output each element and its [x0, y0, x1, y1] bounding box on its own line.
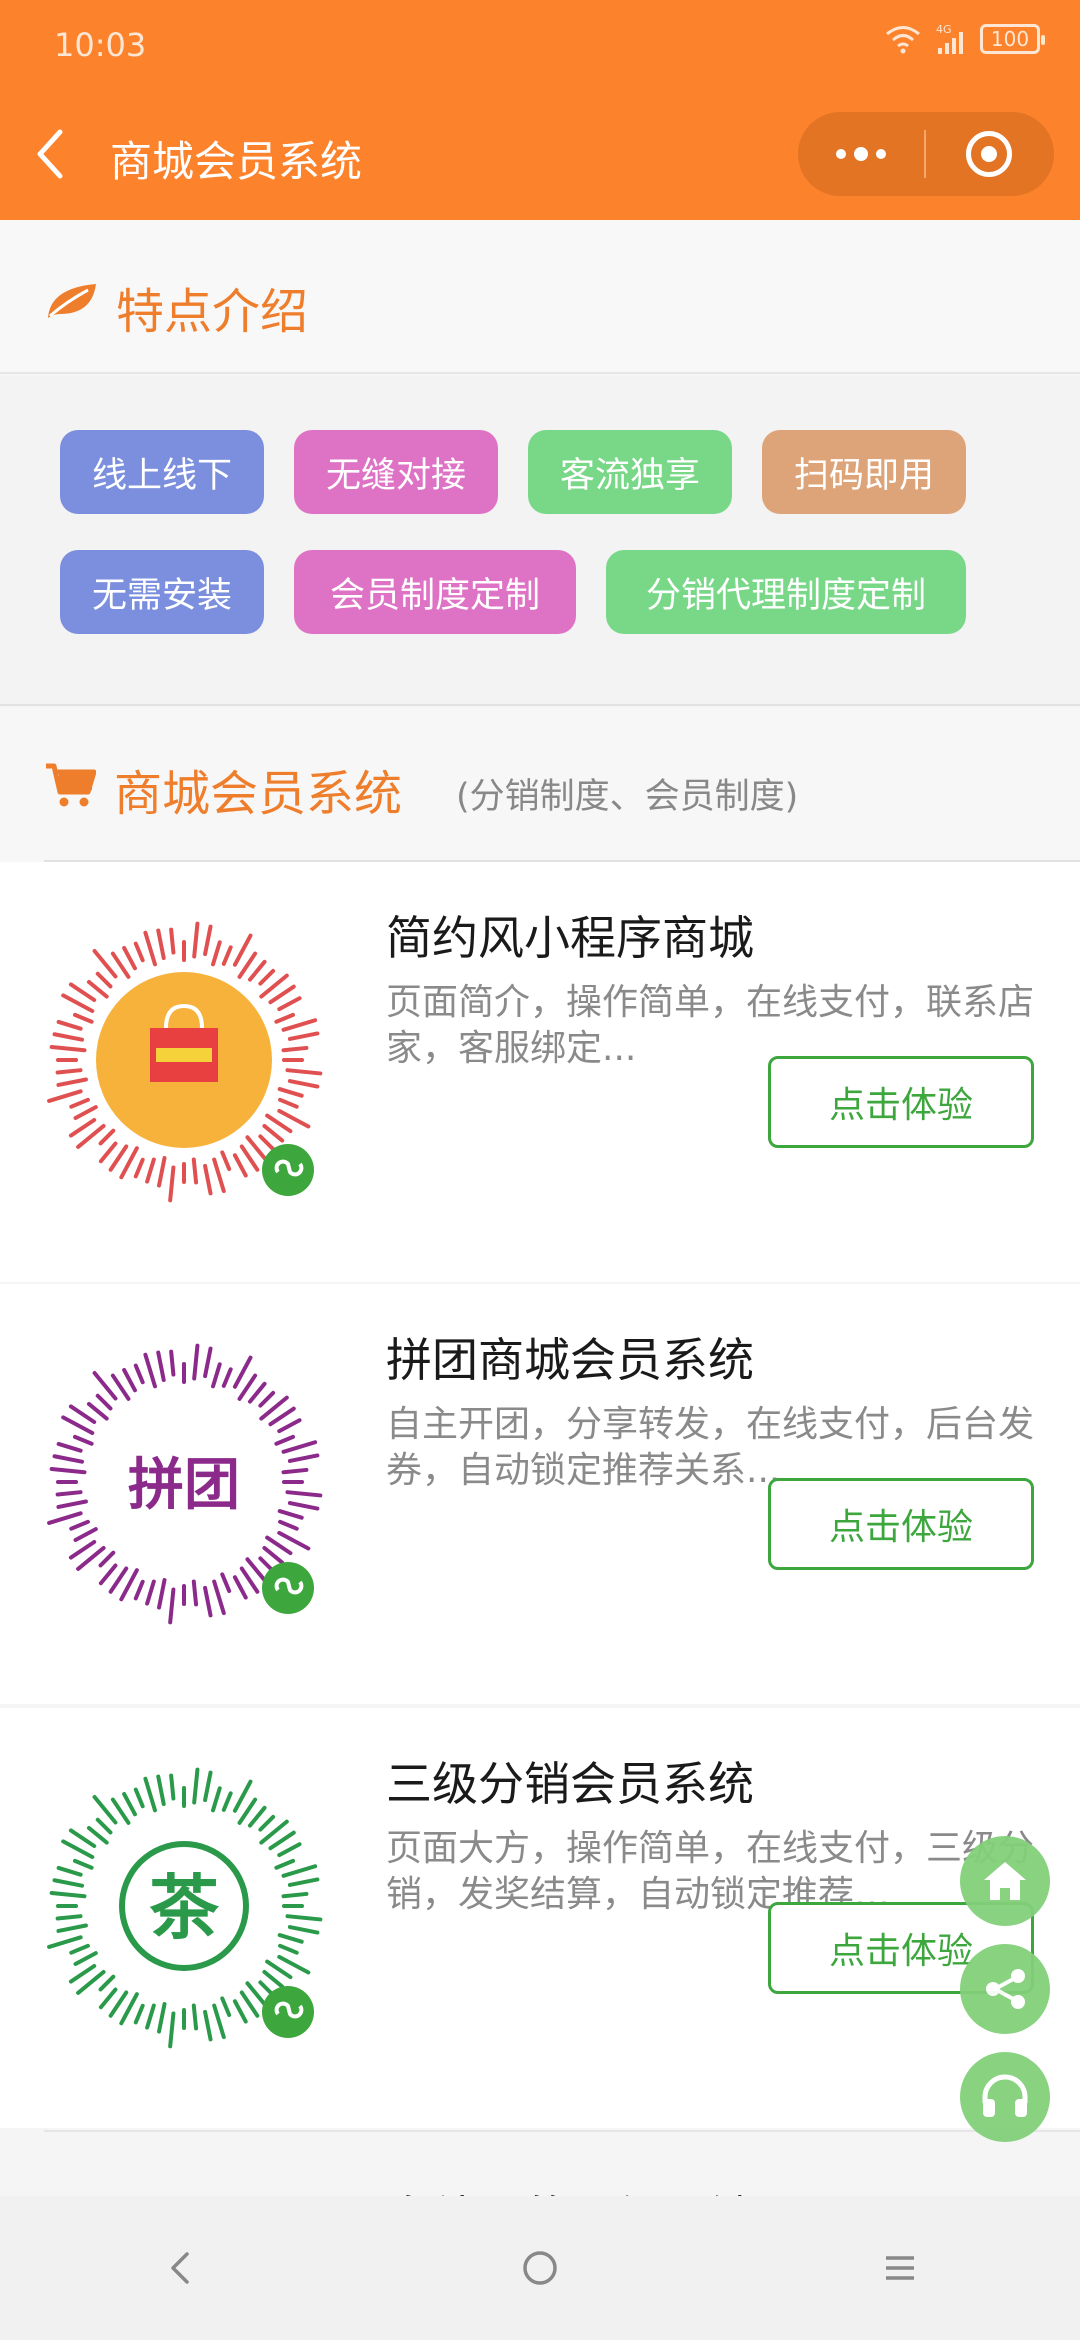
page-title: 商城会员系统 [110, 137, 363, 186]
battery-level: 100 [990, 27, 1030, 51]
mall-subtitle: (分销制度、会员制度) [456, 777, 799, 817]
feature-tag: 无缝对接 [294, 430, 498, 514]
feature-tag: 客流独享 [528, 430, 732, 514]
feature-tags: 线上线下 无缝对接 客流独享 扫码即用 无需安装 会员制度定制 分销代理制度定制 [0, 376, 1080, 706]
status-time: 10:03 [54, 26, 147, 64]
leaf-icon [48, 284, 96, 318]
system-navigation-bar [0, 2196, 1080, 2340]
menu-icon [886, 2256, 914, 2280]
battery-icon: 100 [980, 24, 1045, 54]
try-button[interactable]: 点击体验 [768, 1478, 1034, 1570]
target-close-icon[interactable] [926, 112, 1052, 196]
product-card: 简约风小程序商城 页面简介，操作简单，在线支付，联系店家，客服绑定... 点击体… [0, 862, 1080, 1282]
status-icons: 4G 100 [884, 22, 1045, 56]
product-name: 简约风小程序商城 [386, 911, 754, 965]
qr-center-label: 拼团 [128, 1452, 240, 1518]
service-fab[interactable] [960, 2052, 1050, 2142]
home-circle-icon [523, 2251, 557, 2285]
try-button[interactable]: 点击体验 [768, 1056, 1034, 1148]
mini-program-code-image[interactable] [44, 910, 344, 1210]
divider [44, 2130, 1080, 2132]
feature-tag: 会员制度定制 [294, 550, 576, 634]
features-header: 特点介绍 [0, 220, 1080, 374]
cart-icon [46, 763, 96, 807]
chevron-left-icon[interactable] [30, 124, 70, 184]
mini-program-code-image[interactable]: 茶 [44, 1756, 344, 2056]
more-dots-icon[interactable] [798, 112, 924, 196]
product-card: 拼团 拼团商城会员系统 自主开团，分享转发，在线支付，后台发券，自动锁定推荐关系… [0, 1284, 1080, 1704]
back-icon [171, 2252, 189, 2284]
mall-title: 商城会员系统 [114, 766, 403, 822]
product-card: 茶 三级分销会员系统 页面大方，操作简单，在线支付，三级分销，发奖结算，自动锁定… [0, 1708, 1080, 2128]
signal-4g-icon: 4G [936, 23, 963, 54]
feature-tag: 无需安装 [60, 550, 264, 634]
feature-tag: 分销代理制度定制 [606, 550, 966, 634]
system-back-button[interactable] [0, 2196, 360, 2340]
feature-tag: 扫码即用 [762, 430, 966, 514]
mini-program-code-image[interactable]: 拼团 [44, 1332, 344, 1632]
home-icon [984, 1862, 1026, 1900]
system-home-button[interactable] [360, 2196, 720, 2340]
home-fab[interactable] [960, 1836, 1050, 1926]
network-type: 4G [936, 23, 952, 36]
wifi-icon [886, 26, 920, 54]
share-icon [986, 1969, 1025, 2009]
share-fab[interactable] [960, 1944, 1050, 2034]
product-name: 拼团商城会员系统 [386, 1333, 754, 1387]
app-header: 10:03 4G 100 商城会员系统 [0, 0, 1080, 220]
system-menu-button[interactable] [720, 2196, 1080, 2340]
mini-program-capsule [798, 112, 1054, 196]
feature-tag: 线上线下 [60, 430, 264, 514]
headset-icon [982, 2074, 1028, 2117]
product-name: 三级分销会员系统 [386, 1757, 754, 1811]
features-title: 特点介绍 [116, 284, 309, 340]
qr-center-label: 茶 [149, 1866, 220, 1949]
